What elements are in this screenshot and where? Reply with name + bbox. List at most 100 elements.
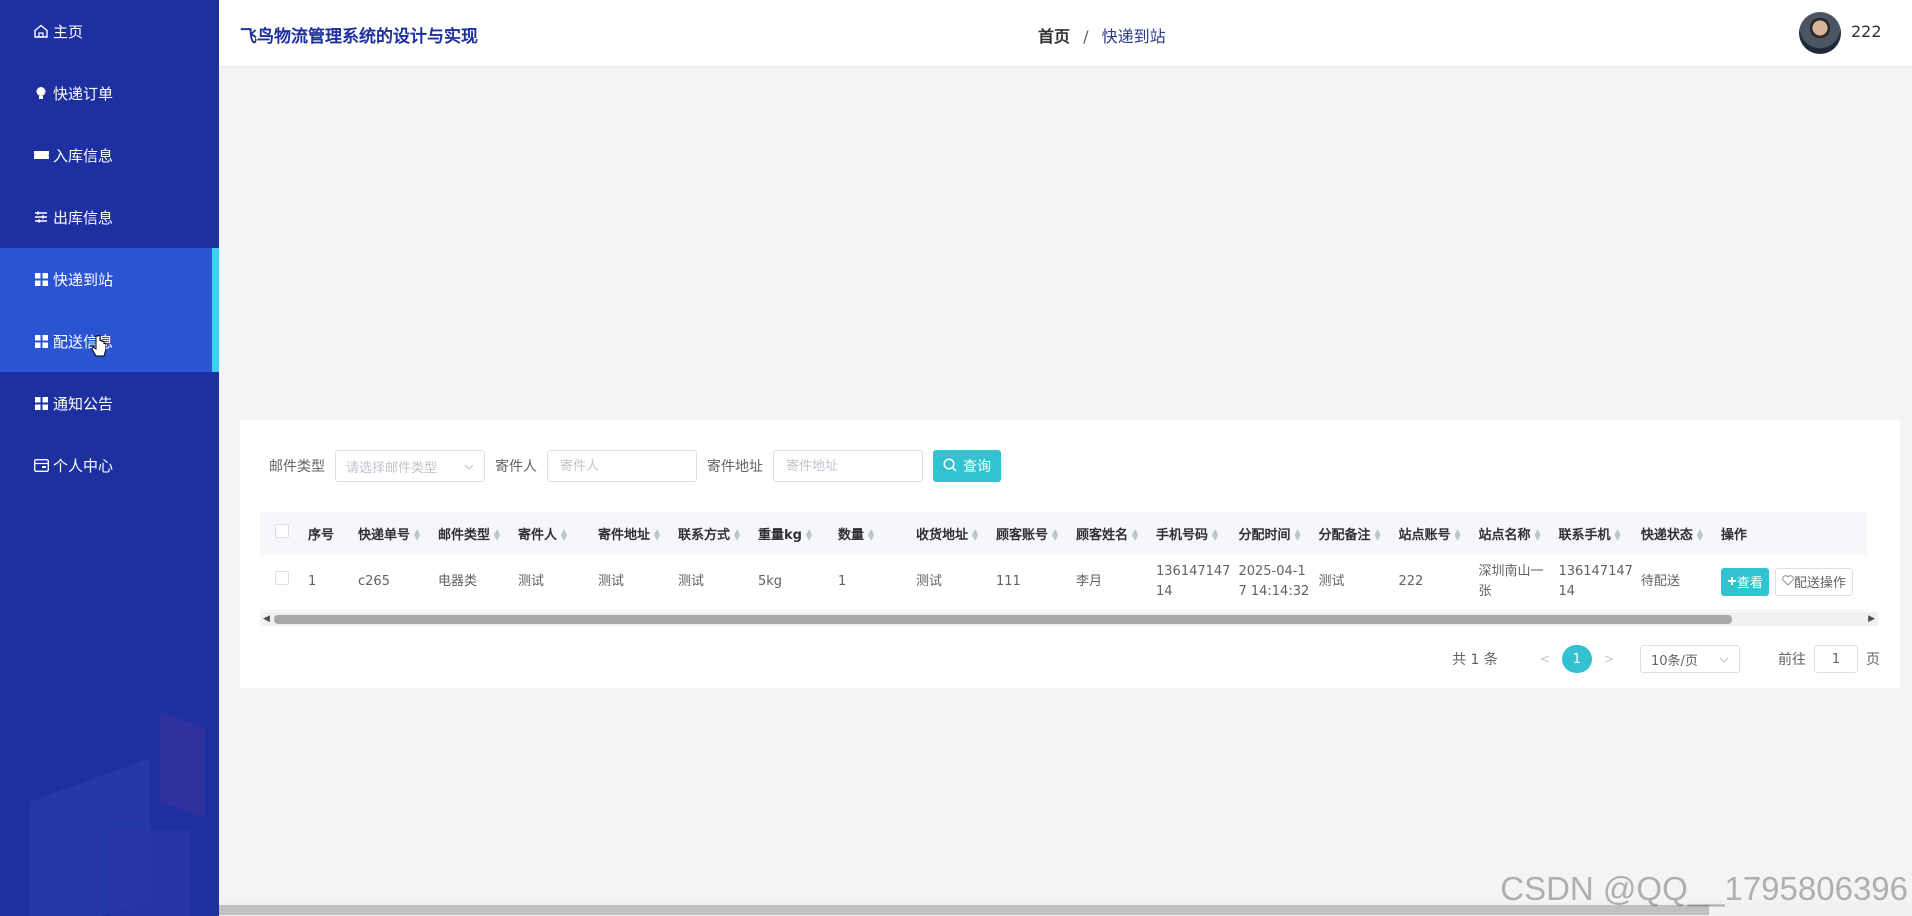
column-header[interactable]: 寄件地址 ▲ ▼ [594, 512, 674, 554]
column-header[interactable]: 邮件类型 ▲ ▼ [434, 512, 514, 554]
sender-label: 寄件人 [495, 459, 537, 475]
cell-contact: 测试 [674, 554, 754, 611]
cell-customer-account: 111 [992, 554, 1072, 611]
sidebar-menu: 主页 快递订单 入库信息 出库信息 快递到站 配送信息 通知公告 个人中心 [0, 0, 219, 496]
column-header[interactable]: 分配时间 ▲ ▼ [1234, 512, 1315, 554]
sidebar-item-profile[interactable]: 个人中心 [0, 434, 219, 496]
search-button[interactable]: 查询 [933, 450, 1001, 482]
breadcrumb-home[interactable]: 首页 [1038, 27, 1070, 46]
column-header[interactable]: 快递单号 ▲ ▼ [354, 512, 434, 554]
deliver-button[interactable]: 配送操作 [1774, 567, 1853, 596]
cell-sender-address: 测试 [594, 554, 674, 611]
select-all-checkbox[interactable] [275, 524, 289, 538]
sidebar-decoration [160, 711, 205, 819]
sort-icon: ▲ ▼ [734, 527, 741, 542]
grid-icon [33, 333, 49, 349]
avatar[interactable] [1799, 12, 1841, 54]
cell-customer-name: 李月 [1072, 554, 1152, 611]
table-row: 1 c265 电器类 测试 测试 测试 5kg 1 测试 111 李月 1361… [260, 554, 1867, 611]
sort-icon: ▲ ▼ [1132, 527, 1139, 542]
top-header: 飞鸟物流管理系统的设计与实现 首页 / 快递到站 222 [219, 0, 1912, 66]
column-header[interactable]: 联系手机 ▲ ▼ [1554, 512, 1637, 554]
sidebar-item-label: 入库信息 [53, 146, 114, 165]
sidebar-item-arrival[interactable]: 快递到站 [0, 248, 219, 310]
active-indicator [212, 310, 219, 372]
chevron-down-icon [464, 459, 474, 474]
column-header[interactable]: 站点名称 ▲ ▼ [1474, 512, 1555, 554]
sort-icon: ▲ ▼ [805, 527, 813, 542]
sidebar-item-home[interactable]: 主页 [0, 0, 219, 62]
table-header-row: 序号 快递单号 ▲ ▼ 邮件类型 ▲ ▼ 寄件人 ▲ ▼ 寄件地址 ▲ ▼ 联系方式 ▲ ▼ 重量k… [260, 512, 1867, 554]
scrollbar-thumb[interactable] [219, 905, 1709, 915]
sidebar-item-orders[interactable]: 快递订单 [0, 62, 219, 124]
scroll-right-icon[interactable]: ▶ [1868, 612, 1875, 626]
cell-phone: 136147147 14 [1152, 554, 1235, 611]
scroll-left-icon[interactable]: ◀ [263, 612, 270, 626]
goto-label: 前往 [1778, 652, 1806, 668]
sidebar-item-label: 主页 [53, 22, 84, 41]
cell-station-account: 222 [1394, 554, 1475, 611]
prev-page-button[interactable]: < [1540, 652, 1550, 666]
sidebar-item-notice[interactable]: 通知公告 [0, 372, 219, 434]
page-size-value: 10条/页 [1651, 653, 1698, 669]
grid-icon [33, 271, 49, 287]
active-indicator [212, 248, 219, 310]
heart-icon [1782, 574, 1794, 589]
bulb-icon [33, 85, 49, 101]
deliver-button-label: 配送操作 [1793, 575, 1846, 591]
goto-page-input[interactable] [1814, 645, 1858, 673]
column-header[interactable]: 手机号码 ▲ ▼ [1152, 512, 1235, 554]
view-button[interactable]: 查看 [1720, 567, 1769, 596]
sliders-icon [33, 209, 49, 225]
sidebar-item-delivery[interactable]: 配送信息 [0, 310, 219, 372]
column-header[interactable]: 分配备注 ▲ ▼ [1314, 512, 1395, 554]
search-button-label: 查询 [963, 458, 991, 474]
address-input[interactable] [773, 450, 923, 482]
cell-assign-note: 测试 [1314, 554, 1395, 611]
pagination: 共 1 条 < 1 > 10条/页 前往 页 [1452, 645, 1880, 673]
scrollbar-thumb[interactable] [274, 615, 1732, 624]
current-page[interactable]: 1 [1561, 645, 1592, 673]
watermark: CSDN @QQ__1795806396 [1500, 870, 1908, 907]
content-card: 邮件类型 请选择邮件类型 寄件人 寄件地址 查询 序号 [240, 420, 1900, 688]
view-button-label: 查看 [1736, 575, 1763, 591]
sidebar-item-outbound[interactable]: 出库信息 [0, 186, 219, 248]
app-title: 飞鸟物流管理系统的设计与实现 [240, 27, 478, 47]
sort-icon: ▲ ▼ [1534, 527, 1541, 542]
cell-station-name: 深圳南山一 张 [1474, 554, 1555, 611]
search-filters: 邮件类型 请选择邮件类型 寄件人 寄件地址 查询 [269, 450, 1001, 482]
sort-icon: ▲ ▼ [1454, 527, 1461, 542]
sidebar-item-label: 快递到站 [53, 270, 114, 289]
cell-mail-type: 电器类 [434, 554, 514, 611]
sidebar-item-inbound[interactable]: 入库信息 [0, 124, 219, 186]
mail-type-select[interactable]: 请选择邮件类型 [335, 450, 485, 482]
chevron-down-icon [1719, 652, 1729, 667]
cell-status: 待配送 [1636, 554, 1717, 611]
table-horizontal-scrollbar[interactable]: ◀ ▶ [260, 612, 1878, 626]
page-size-select[interactable]: 10条/页 [1640, 645, 1740, 673]
column-header[interactable]: 收货地址 ▲ ▼ [912, 512, 992, 554]
column-header[interactable]: 站点账号 ▲ ▼ [1394, 512, 1475, 554]
username[interactable]: 222 [1851, 22, 1882, 41]
page-suffix: 页 [1866, 652, 1880, 668]
column-header[interactable]: 数量 ▲ ▼ [834, 512, 912, 554]
next-page-button[interactable]: > [1604, 652, 1614, 666]
column-header[interactable]: 快递状态 ▲ ▼ [1636, 512, 1717, 554]
plus-icon [1727, 574, 1737, 589]
column-header[interactable]: 重量kg ▲ ▼ [754, 512, 834, 554]
sort-icon: ▲ ▼ [561, 527, 568, 542]
column-header[interactable]: 联系方式 ▲ ▼ [674, 512, 754, 554]
column-header[interactable]: 寄件人 ▲ ▼ [514, 512, 594, 554]
cell-tracking-no: c265 [354, 554, 434, 611]
pagination-total: 共 1 条 [1452, 652, 1498, 668]
row-checkbox[interactable] [275, 571, 289, 586]
sidebar: 主页 快递订单 入库信息 出库信息 快递到站 配送信息 通知公告 个人中心 [0, 0, 219, 916]
grid-icon [33, 395, 49, 411]
sort-icon: ▲ ▼ [972, 527, 979, 542]
sort-icon: ▲ ▼ [414, 527, 421, 542]
column-header: 操作 [1716, 512, 1867, 554]
column-header[interactable]: 顾客姓名 ▲ ▼ [1072, 512, 1152, 554]
sender-input[interactable] [547, 450, 697, 482]
column-header[interactable]: 顾客账号 ▲ ▼ [992, 512, 1072, 554]
sidebar-item-label: 通知公告 [53, 394, 114, 413]
